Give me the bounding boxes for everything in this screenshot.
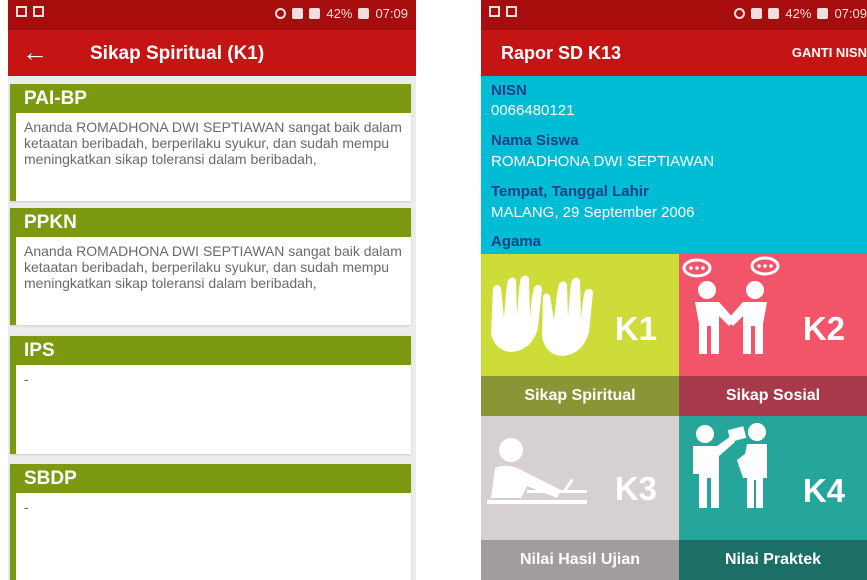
tile-code: K1 <box>614 310 657 347</box>
tile-caption: Nilai Hasil Ujian <box>481 540 679 580</box>
battery-percent: 42% <box>326 6 353 21</box>
handshake-talk-icon <box>682 256 780 354</box>
subject-title: SBDP <box>16 464 411 493</box>
image-notification-icon <box>16 6 27 17</box>
app-title: Rapor SD K13 <box>501 43 622 63</box>
tile-caption: Sikap Sosial <box>679 376 867 416</box>
change-nisn-button[interactable]: GANTI NISN <box>792 45 867 60</box>
tile-k2-social[interactable]: K2 Sikap Sosial <box>679 254 867 416</box>
student-name-value: ROMADHONA DWI SEPTIAWAN <box>491 153 715 170</box>
subject-description: - <box>24 371 29 387</box>
subject-card-sbdp: SBDP - <box>10 464 411 580</box>
nisn-label: NISN <box>491 82 527 99</box>
tile-code: K4 <box>802 472 845 509</box>
sync-icon <box>734 8 746 19</box>
flag-notification-icon <box>506 6 517 17</box>
app-bar: Rapor SD K13 GANTI NISN <box>481 30 867 76</box>
status-bar: 42% 07:09 <box>8 0 416 30</box>
app-bar: ← Sikap Spiritual (K1) <box>8 30 416 76</box>
status-bar: 42% 07:09 <box>481 0 867 30</box>
nisn-value: 0066480121 <box>491 102 575 119</box>
battery-percent: 42% <box>785 6 812 21</box>
subject-description: - <box>24 499 29 515</box>
sync-icon <box>275 8 287 19</box>
spiritual-attitude-screen: 42% 07:09 ← Sikap Spiritual (K1) PAI-BP … <box>8 0 416 580</box>
tile-k1-spiritual[interactable]: K1 Sikap Spiritual <box>481 254 679 416</box>
tile-caption: Nilai Praktek <box>679 540 867 580</box>
student-writing-icon <box>487 438 587 504</box>
subject-title: PAI-BP <box>16 84 411 113</box>
tile-code: K3 <box>614 470 657 507</box>
subject-card-pai-bp: PAI-BP Ananda ROMADHONA DWI SEPTIAWAN sa… <box>10 84 411 201</box>
subject-title: IPS <box>16 336 411 365</box>
tile-k3-exam-results[interactable]: K3 Nilai Hasil Ujian <box>481 416 679 580</box>
tile-k4-practice[interactable]: K4 Nilai Praktek <box>679 416 867 580</box>
battery-icon <box>817 8 829 19</box>
image-notification-icon <box>489 6 500 17</box>
page-title: Sikap Spiritual (K1) <box>90 43 265 64</box>
clock: 07:09 <box>834 6 867 21</box>
sim-icon <box>292 8 304 19</box>
signal-icon <box>309 8 321 19</box>
subject-card-ppkn: PPKN Ananda ROMADHONA DWI SEPTIAWAN sang… <box>10 208 411 325</box>
report-home-screen: 42% 07:09 Rapor SD K13 GANTI NISN NISN 0… <box>481 0 867 580</box>
clock: 07:09 <box>375 6 408 21</box>
arrow-left-icon[interactable]: ← <box>22 38 48 66</box>
sim-icon <box>751 8 763 19</box>
birth-value: MALANG, 29 September 2006 <box>491 204 695 221</box>
student-info-panel: NISN 0066480121 Nama Siswa ROMADHONA DWI… <box>481 76 867 254</box>
tile-code: K2 <box>802 310 845 347</box>
subject-description: Ananda ROMADHONA DWI SEPTIAWAN sangat ba… <box>24 243 402 291</box>
subject-description: Ananda ROMADHONA DWI SEPTIAWAN sangat ba… <box>24 119 402 167</box>
student-name-label: Nama Siswa <box>491 132 579 149</box>
teacher-student-icon <box>693 423 767 508</box>
battery-icon <box>358 8 370 19</box>
signal-icon <box>768 8 780 19</box>
religion-label: Agama <box>491 233 542 250</box>
flag-notification-icon <box>33 6 44 17</box>
praying-hands-icon <box>491 275 593 356</box>
tile-caption: Sikap Spiritual <box>481 376 679 416</box>
birth-label: Tempat, Tanggal Lahir <box>491 183 649 200</box>
subject-title: PPKN <box>16 208 411 237</box>
subject-card-ips: IPS - <box>10 336 411 454</box>
